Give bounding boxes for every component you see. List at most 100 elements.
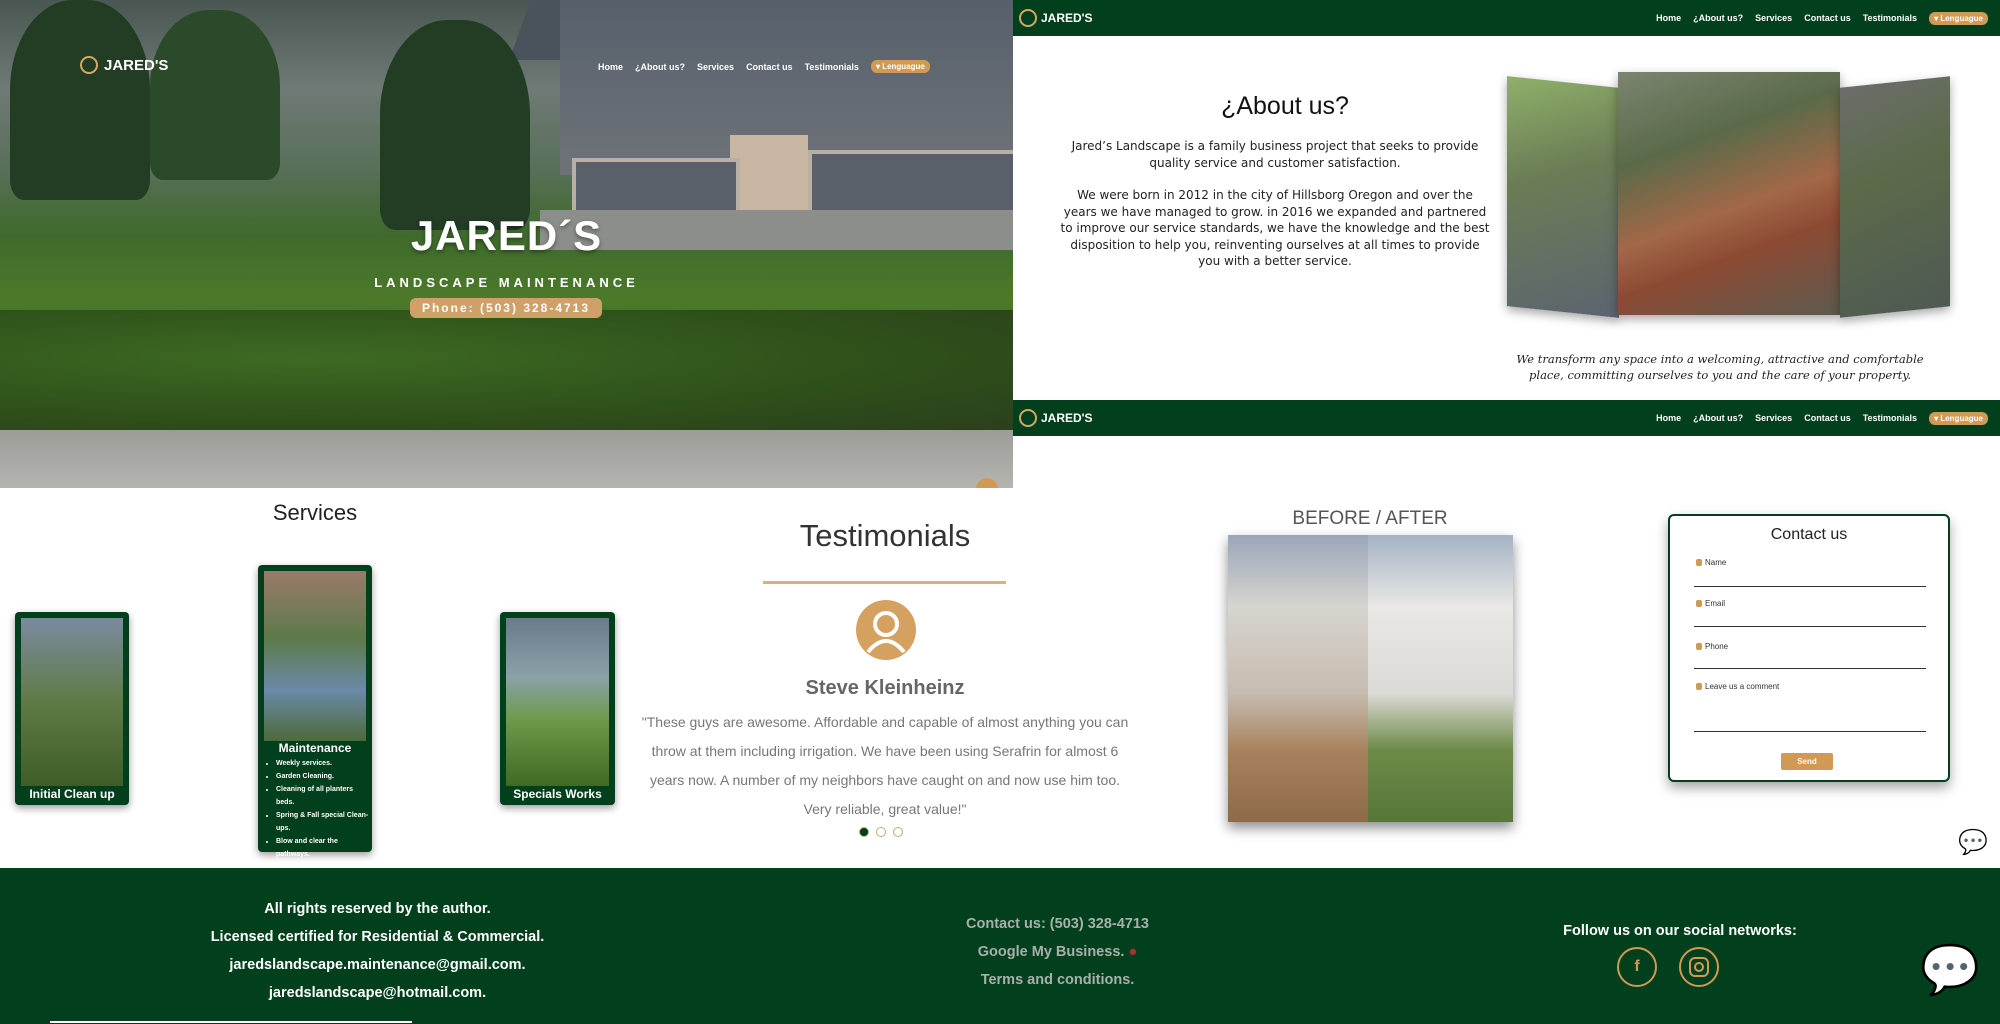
nav-services[interactable]: Services: [1755, 413, 1792, 423]
name-field[interactable]: [1694, 586, 1926, 587]
house-stone-wall: [730, 135, 808, 220]
email-icon: [1696, 600, 1702, 607]
footer-email-hotmail[interactable]: jaredslandscape@hotmail.com.: [140, 985, 615, 1001]
nav-contact[interactable]: Contact us: [1804, 13, 1851, 23]
footer-google-business[interactable]: Google My Business. ●: [900, 944, 1215, 960]
phone-icon: [1696, 643, 1702, 650]
contact-form: Contact us Name Email Phone Leave us a c…: [1668, 514, 1950, 782]
send-button[interactable]: Send: [1781, 753, 1833, 770]
email-field[interactable]: [1694, 626, 1926, 627]
list-item: Spring & Fall special Clean-ups.: [276, 809, 372, 835]
footer-email-gmail[interactable]: jaredslandscape.maintenance@gmail.com.: [140, 957, 615, 973]
tree: [150, 10, 280, 180]
nav-testimonials[interactable]: Testimonials: [1863, 413, 1917, 423]
about-text: Jared’s Landscape is a family business p…: [1060, 138, 1490, 286]
list-item: Weekly services.: [276, 757, 372, 770]
testimonial-quote: "These guys are awesome. Affordable and …: [641, 714, 1129, 817]
instagram-icon[interactable]: [1679, 947, 1719, 987]
hero-subtitle: LANDSCAPE MAINTENANCE: [374, 275, 639, 290]
field-label-text: Name: [1705, 558, 1727, 567]
footer-left: All rights reserved by the author. Licen…: [140, 901, 615, 1001]
service-label: Specials Works: [513, 787, 602, 801]
logo[interactable]: JARED'S: [80, 56, 168, 74]
testimonials-title: Testimonials: [799, 518, 971, 553]
logo-text: JARED'S: [1041, 411, 1093, 425]
footer-terms[interactable]: Terms and conditions.: [900, 972, 1215, 988]
list-item: Cleaning of all planters beds.: [276, 783, 372, 809]
nav-contact[interactable]: Contact us: [746, 62, 793, 72]
field-label-text: Leave us a comment: [1705, 682, 1780, 691]
footer-social-title: Follow us on our social networks:: [1563, 923, 1797, 939]
map-pin-icon: ●: [1124, 944, 1138, 960]
carousel-dot[interactable]: [876, 827, 886, 837]
nav-about[interactable]: ¿About us?: [1693, 13, 1743, 23]
phone-field[interactable]: [1694, 668, 1926, 669]
about-photo: [1618, 72, 1840, 315]
gallery-title: BEFORE / AFTER: [1292, 508, 1448, 529]
nav-testimonials[interactable]: Testimonials: [1863, 13, 1917, 23]
navbar-logo[interactable]: JARED'S: [1019, 409, 1093, 427]
sidewalk: [0, 430, 1013, 488]
nav-contact[interactable]: Contact us: [1804, 413, 1851, 423]
footer-contact[interactable]: Contact us: (503) 328-4713: [900, 916, 1215, 932]
service-image: [264, 571, 366, 741]
service-image: [506, 618, 609, 786]
nav-testimonials[interactable]: Testimonials: [805, 62, 859, 72]
logo-text: JARED'S: [1041, 11, 1093, 25]
navbar-logo[interactable]: JARED'S: [1019, 9, 1093, 27]
footer-license: Licensed certified for Residential & Com…: [210, 929, 545, 945]
nav-services[interactable]: Services: [697, 62, 734, 72]
nav-about[interactable]: ¿About us?: [1693, 413, 1743, 423]
services-title: Services: [272, 500, 358, 525]
testimonial-author: Steve Kleinheinz: [805, 677, 965, 699]
comment-label: Leave us a comment: [1696, 682, 1779, 691]
footer-middle: Contact us: (503) 328-4713 Google My Bus…: [900, 916, 1215, 988]
comment-field[interactable]: [1694, 731, 1926, 732]
nav-home[interactable]: Home: [598, 62, 623, 72]
service-card-maintenance[interactable]: Maintenance Weekly services. Garden Clea…: [258, 565, 372, 858]
footer: All rights reserved by the author. Licen…: [0, 868, 2000, 1024]
services-navbar: JARED'S Home ¿About us? Services Contact…: [1013, 400, 2000, 436]
list-item: Blow and clear the pathways.: [276, 835, 372, 861]
service-card-initial-clean-up[interactable]: Initial Clean up: [15, 612, 129, 805]
navbar-links: Home ¿About us? Services Contact us Test…: [1656, 11, 1988, 25]
google-business-link[interactable]: Google My Business.: [978, 944, 1125, 960]
service-list: Weekly services. Garden Cleaning. Cleani…: [266, 757, 372, 861]
footer-rights: All rights reserved by the author.: [264, 901, 491, 917]
about-paragraph: Jared’s Landscape is a family business p…: [1071, 139, 1479, 170]
user-icon: [1696, 559, 1702, 566]
about-title: ¿About us?: [1221, 92, 1349, 120]
field-label-text: Email: [1705, 599, 1726, 608]
language-button[interactable]: ▾ Lenguague: [1929, 411, 1988, 425]
nav-services[interactable]: Services: [1755, 13, 1792, 23]
navbar-links: Home ¿About us? Services Contact us Test…: [1656, 411, 1988, 425]
service-image: [21, 618, 123, 786]
testimonials-divider: [763, 581, 1006, 584]
carousel-dot[interactable]: [893, 827, 903, 837]
language-label: Lenguague: [882, 62, 925, 71]
field-label-text: Phone: [1705, 642, 1729, 651]
list-item: Garden Cleaning.: [276, 770, 372, 783]
facebook-icon[interactable]: f: [1617, 947, 1657, 987]
hero-phone-button[interactable]: Phone: (503) 328-4713: [410, 298, 602, 318]
tree: [380, 20, 530, 230]
hedge: [0, 310, 1013, 430]
comment-icon: [1696, 683, 1702, 690]
carousel-dot-active[interactable]: [859, 827, 869, 837]
chat-icon[interactable]: 💬: [1958, 828, 1988, 857]
user-avatar-icon: [856, 600, 916, 660]
language-button[interactable]: ▾ Lenguague: [870, 60, 930, 73]
logo-icon: [1019, 9, 1037, 27]
footer-underline: [50, 1021, 412, 1023]
before-after-image[interactable]: [1228, 535, 1513, 822]
language-button[interactable]: ▾ Lenguague: [1929, 11, 1988, 25]
chat-bubble-icon[interactable]: 💬: [1920, 941, 1980, 998]
service-card-specials-works[interactable]: Specials Works: [500, 612, 615, 805]
after-image: [1368, 535, 1513, 822]
nav-home[interactable]: Home: [1656, 13, 1681, 23]
service-label: Initial Clean up: [29, 787, 115, 801]
nav-about[interactable]: ¿About us?: [635, 62, 685, 72]
nav-home[interactable]: Home: [1656, 413, 1681, 423]
before-image: [1228, 535, 1368, 822]
service-label: Maintenance: [278, 741, 352, 755]
